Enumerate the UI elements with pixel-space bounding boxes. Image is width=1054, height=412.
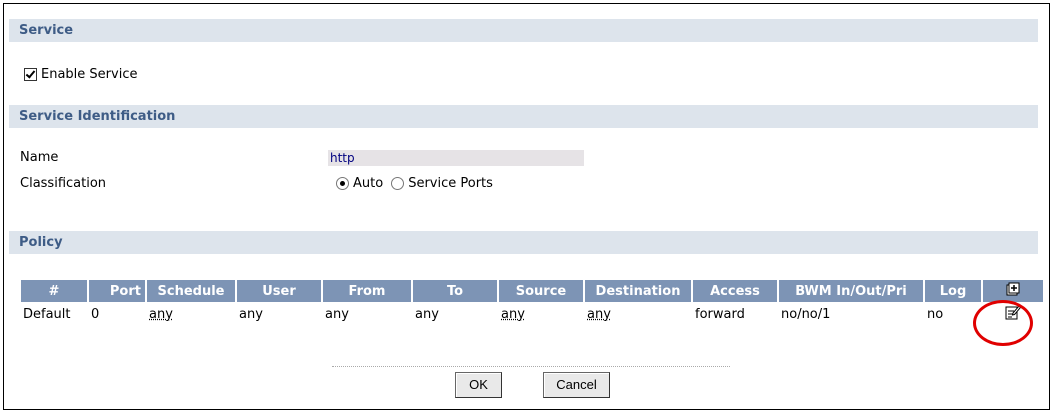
edit-icon-highlight-circle <box>973 300 1033 346</box>
row-schedule-link[interactable]: any <box>149 307 173 322</box>
row-source-cell: any <box>499 304 583 324</box>
service-ports-radio-label: Service Ports <box>408 176 493 191</box>
policy-section-title: Policy <box>19 235 63 250</box>
row-port-cell: 0 <box>91 306 100 322</box>
classification-label: Classification <box>20 176 107 191</box>
policy-table-header-row: # Port Schedule User From To Source Dest… <box>21 280 1043 302</box>
row-id-cell: Default <box>23 306 71 322</box>
column-header-number: # <box>21 280 87 302</box>
classification-radio-group: Auto Service Ports <box>336 176 493 191</box>
row-source-link[interactable]: any <box>501 307 525 322</box>
identification-section-title: Service Identification <box>19 109 176 124</box>
auto-radio[interactable] <box>336 177 349 190</box>
row-schedule-cell: any <box>147 304 235 324</box>
enable-service-label: Enable Service <box>41 66 138 82</box>
policy-table-row: Default 0 any any any any any any forwar… <box>21 304 1043 324</box>
column-header-user: User <box>237 280 321 302</box>
service-section-title: Service <box>19 23 74 38</box>
row-destination-cell: any <box>585 304 691 324</box>
row-user-cell: any <box>239 306 263 322</box>
service-ports-radio[interactable] <box>391 177 405 190</box>
column-header-port: Port <box>89 280 145 302</box>
column-header-source: Source <box>499 280 583 302</box>
column-header-from: From <box>323 280 411 302</box>
row-destination-link[interactable]: any <box>587 307 611 322</box>
cancel-button[interactable]: Cancel <box>543 372 610 398</box>
column-header-destination: Destination <box>585 280 691 302</box>
row-from-cell: any <box>325 306 349 322</box>
policy-table: # Port Schedule User From To Source Dest… <box>19 278 1045 326</box>
service-panel <box>3 3 1050 410</box>
name-field[interactable]: http <box>328 150 584 166</box>
column-header-log: Log <box>925 280 981 302</box>
ok-button[interactable]: OK <box>455 372 502 398</box>
insert-rule-icon[interactable] <box>1006 282 1020 300</box>
insert-rule-column-header <box>983 280 1043 302</box>
enable-service-checkbox[interactable] <box>24 67 37 81</box>
column-header-to: To <box>413 280 497 302</box>
service-section-header: Service <box>9 19 1038 42</box>
identification-section-header: Service Identification <box>9 105 1038 128</box>
row-bwm-cell: no/no/1 <box>781 306 831 322</box>
divider <box>332 366 730 367</box>
column-header-bwm: BWM In/Out/Pri <box>779 280 923 302</box>
name-label: Name <box>20 150 59 165</box>
policy-section-header: Policy <box>9 231 1038 254</box>
column-header-schedule: Schedule <box>147 280 235 302</box>
enable-service-option[interactable]: Enable Service <box>24 64 137 84</box>
auto-radio-label: Auto <box>353 176 384 191</box>
column-header-access: Access <box>693 280 777 302</box>
row-access-cell: forward <box>695 306 745 322</box>
row-to-cell: any <box>415 306 439 322</box>
